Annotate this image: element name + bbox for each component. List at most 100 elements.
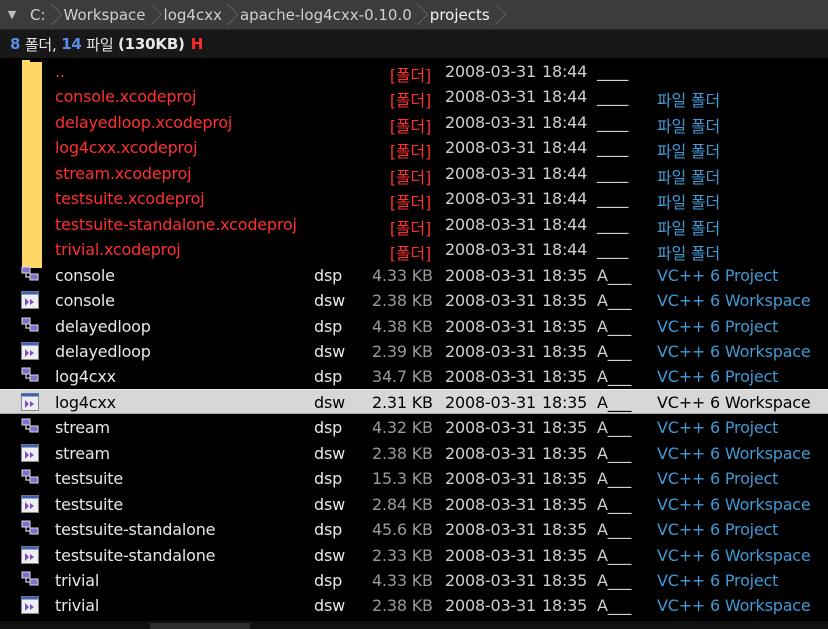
- file-type: VC++ 6 Workspace: [657, 596, 811, 616]
- file-type: VC++ 6 Project: [657, 418, 779, 438]
- file-name: stream: [55, 418, 110, 438]
- file-type: VC++ 6 Workspace: [657, 443, 811, 463]
- file-date: 2008-03-31: [445, 240, 536, 260]
- folder-row[interactable]: .. [폴더] 2008-03-31 18:44 ____: [0, 58, 828, 90]
- folder-row[interactable]: testsuite.xcodeproj [폴더] 2008-03-31 18:44 __…: [0, 185, 828, 218]
- file-type: VC++ 6 Project: [657, 469, 779, 489]
- file-time: 18:35: [542, 367, 588, 387]
- dsp-project-icon: [20, 316, 40, 336]
- file-date: 2008-03-31: [445, 443, 536, 463]
- file-date: 2008-03-31: [445, 469, 536, 489]
- file-row[interactable]: testsuite-standalone dsw 2.33 KB 2008-03-31…: [0, 542, 828, 567]
- file-type: VC++ 6 Workspace: [657, 494, 811, 514]
- dsw-workspace-icon: [20, 494, 40, 514]
- file-size: [폴더]: [389, 116, 431, 136]
- breadcrumb-apache-log4cxx[interactable]: apache-log4cxx-0.10.0: [234, 0, 424, 29]
- dsw-workspace-icon: [20, 595, 40, 615]
- file-size: 15.3 KB: [372, 469, 433, 489]
- file-date: 2008-03-31: [445, 571, 536, 590]
- file-row[interactable]: stream dsw 2.38 KB 2008-03-31 18:35 A___ VC++ …: [0, 440, 828, 465]
- file-time: 18:35: [542, 418, 588, 438]
- folder-row[interactable]: testsuite-standalone.xcodeproj [폴더] 2008-0…: [0, 211, 828, 243]
- file-attributes: ____: [597, 112, 629, 132]
- file-size: 4.33 KB: [372, 265, 433, 285]
- file-row[interactable]: console dsp 4.33 KB 2008-03-31 18:35 A___ VC++…: [0, 262, 828, 287]
- folder-row[interactable]: stream.xcodeproj [폴더] 2008-03-31 18:44 ____ 파…: [0, 160, 828, 192]
- file-extension: dsw: [314, 545, 345, 565]
- file-type: VC++ 6 Project: [657, 520, 779, 540]
- file-time: 18:35: [542, 443, 588, 463]
- file-date: 2008-03-31: [445, 596, 536, 616]
- file-name: stream.xcodeproj: [55, 163, 192, 183]
- file-name: testsuite.xcodeproj: [55, 189, 205, 209]
- file-count-label: 파일: [86, 35, 114, 54]
- file-time: 18:35: [542, 494, 588, 514]
- file-attributes: A___: [597, 341, 632, 361]
- file-row[interactable]: console dsw 2.38 KB 2008-03-31 18:35 A___ VC++…: [0, 287, 828, 312]
- file-time: 18:35: [542, 469, 588, 489]
- folder-row[interactable]: console.xcodeproj [폴더] 2008-03-31 18:44 ____…: [0, 83, 828, 116]
- file-row[interactable]: testsuite dsp 15.3 KB 2008-03-31 18:35 A___ VC…: [0, 465, 828, 490]
- file-name: ..: [55, 62, 65, 81]
- file-time: 18:44: [542, 240, 588, 260]
- file-date: 2008-03-31: [445, 392, 536, 412]
- file-attributes: A___: [597, 494, 632, 514]
- file-row[interactable]: testsuite-standalone dsp 45.6 KB 2008-03-31…: [0, 516, 828, 541]
- file-time: 18:35: [542, 520, 588, 540]
- file-attributes: ____: [597, 214, 629, 234]
- file-time: 18:35: [542, 265, 588, 285]
- file-row[interactable]: delayedloop dsw 2.39 KB 2008-03-31 18:35 A___…: [0, 338, 828, 363]
- file-time: 18:35: [542, 291, 588, 311]
- file-extension: dsp: [314, 316, 343, 336]
- dsw-workspace-icon: [20, 392, 40, 412]
- file-date: 2008-03-31: [445, 341, 536, 361]
- file-type: 파일 폴더: [657, 142, 720, 162]
- file-date: 2008-03-31: [445, 367, 536, 387]
- breadcrumb: ▼ C: Workspace log4cxx apache-log4cxx-0.…: [0, 0, 828, 30]
- file-name: log4cxx.xcodeproj: [55, 138, 198, 158]
- file-row[interactable]: log4cxx dsw 2.31 KB 2008-03-31 18:35 A___ VC++…: [0, 388, 828, 414]
- file-size: 45.6 KB: [372, 520, 433, 540]
- file-attributes: A___: [597, 367, 632, 387]
- file-extension: dsp: [314, 367, 343, 387]
- breadcrumb-log4cxx[interactable]: log4cxx: [158, 0, 234, 29]
- file-row[interactable]: delayedloop dsp 4.38 KB 2008-03-31 18:35 A___…: [0, 313, 828, 338]
- file-attributes: ____: [597, 87, 629, 107]
- file-extension: dsw: [314, 596, 345, 616]
- file-extension: dsp: [314, 469, 343, 489]
- file-row[interactable]: testsuite dsw 2.84 KB 2008-03-31 18:35 A___ VC…: [0, 491, 828, 516]
- file-size: 2.38 KB: [372, 596, 433, 616]
- breadcrumb-workspace[interactable]: Workspace: [58, 0, 158, 29]
- breadcrumb-log4cxx-label: log4cxx: [163, 5, 222, 24]
- folder-row[interactable]: delayedloop.xcodeproj [폴더] 2008-03-31 18:44…: [0, 109, 828, 141]
- file-type: VC++ 6 Workspace: [657, 291, 811, 311]
- breadcrumb-drive[interactable]: C:: [24, 0, 58, 29]
- dsp-project-icon: [20, 417, 40, 437]
- file-row[interactable]: trivial dsw 2.38 KB 2008-03-31 18:35 A___ VC++…: [0, 592, 828, 617]
- chevron-down-icon[interactable]: ▼: [0, 0, 24, 29]
- file-date: 2008-03-31: [445, 163, 536, 183]
- file-name: trivial.xcodeproj: [55, 240, 181, 260]
- file-size: 4.32 KB: [372, 418, 433, 438]
- file-time: 18:44: [542, 163, 588, 183]
- folder-row[interactable]: log4cxx.xcodeproj [폴더] 2008-03-31 18:44 ____…: [0, 134, 828, 167]
- file-extension: dsw: [314, 341, 345, 361]
- file-date: 2008-03-31: [445, 265, 536, 285]
- file-size: 2.39 KB: [372, 341, 433, 361]
- file-time: 18:44: [542, 87, 588, 107]
- file-row[interactable]: log4cxx dsp 34.7 KB 2008-03-31 18:35 A___ VC++…: [0, 363, 828, 388]
- file-name: log4cxx: [55, 367, 116, 387]
- selection-summary: 8 폴더, 14 파일 (130KB) H: [0, 30, 828, 58]
- file-extension: dsp: [314, 265, 343, 285]
- file-type: 파일 폴더: [657, 244, 720, 264]
- file-date: 2008-03-31: [445, 62, 536, 81]
- file-type: 파일 폴더: [657, 218, 720, 238]
- file-attributes: A___: [597, 392, 632, 412]
- breadcrumb-projects[interactable]: projects: [424, 0, 502, 29]
- folder-row[interactable]: trivial.xcodeproj [폴더] 2008-03-31 18:44 ____…: [0, 236, 828, 269]
- file-type: VC++ 6 Project: [657, 265, 779, 285]
- dsw-workspace-icon: [20, 545, 40, 565]
- file-row[interactable]: trivial dsp 4.33 KB 2008-03-31 18:35 A___ VC++…: [0, 567, 828, 592]
- file-row[interactable]: stream dsp 4.32 KB 2008-03-31 18:35 A___ VC++ …: [0, 414, 828, 439]
- file-type: 파일 폴더: [657, 116, 720, 136]
